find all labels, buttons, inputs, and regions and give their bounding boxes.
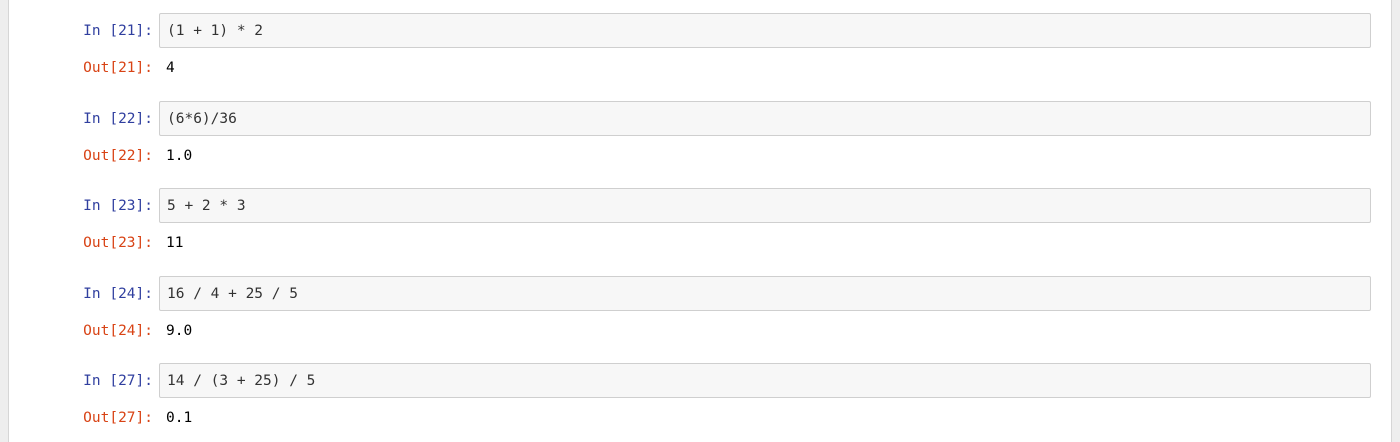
cell-output: 0.1: [166, 410, 193, 426]
code-text[interactable]: (1 + 1) * 2: [167, 23, 263, 39]
output-prompt: Out[21]:: [83, 60, 153, 76]
output-prompt: Out[27]:: [83, 410, 153, 426]
cell-output: 9.0: [166, 322, 193, 339]
code-cell[interactable]: In [23]: 5 + 2 * 3 Out[23]: 11: [0, 188, 1400, 276]
output-prompt: Out[22]:: [83, 147, 153, 164]
cell-output: 4: [166, 60, 175, 76]
code-text[interactable]: (6*6)/36: [167, 111, 237, 127]
code-cell[interactable]: In [24]: 16 / 4 + 25 / 5 Out[24]: 9.0: [0, 275, 1400, 364]
input-prompt: In [27]:: [83, 373, 153, 389]
cell-output: 1.0: [166, 147, 193, 164]
input-prompt: In [22]:: [83, 110, 153, 127]
code-input-area[interactable]: (6*6)/36: [159, 100, 1371, 136]
output-prompt: Out[23]:: [83, 235, 153, 251]
code-cell[interactable]: In [27]: 14 / (3 + 25) / 5 Out[27]: 0.1: [0, 363, 1400, 442]
notebook-page: In [21]: (1 + 1) * 2 Out[21]: 4 In [22]:…: [0, 0, 1400, 442]
code-input-area[interactable]: 14 / (3 + 25) / 5: [159, 363, 1371, 398]
code-input-area[interactable]: 16 / 4 + 25 / 5: [159, 275, 1371, 311]
notebook-cells: In [21]: (1 + 1) * 2 Out[21]: 4 In [22]:…: [0, 13, 1400, 442]
input-prompt: In [21]:: [83, 23, 153, 39]
code-input-area[interactable]: 5 + 2 * 3: [159, 188, 1371, 223]
output-prompt: Out[24]:: [83, 322, 153, 339]
code-text[interactable]: 14 / (3 + 25) / 5: [167, 373, 315, 389]
code-input-area[interactable]: (1 + 1) * 2: [159, 13, 1371, 48]
cell-output: 11: [166, 235, 184, 251]
code-text[interactable]: 5 + 2 * 3: [167, 198, 246, 214]
code-text[interactable]: 16 / 4 + 25 / 5: [167, 286, 298, 302]
code-cell[interactable]: In [22]: (6*6)/36 Out[22]: 1.0: [0, 100, 1400, 189]
code-cell[interactable]: In [21]: (1 + 1) * 2 Out[21]: 4: [0, 13, 1400, 101]
input-prompt: In [23]:: [83, 198, 153, 214]
input-prompt: In [24]:: [83, 285, 153, 302]
